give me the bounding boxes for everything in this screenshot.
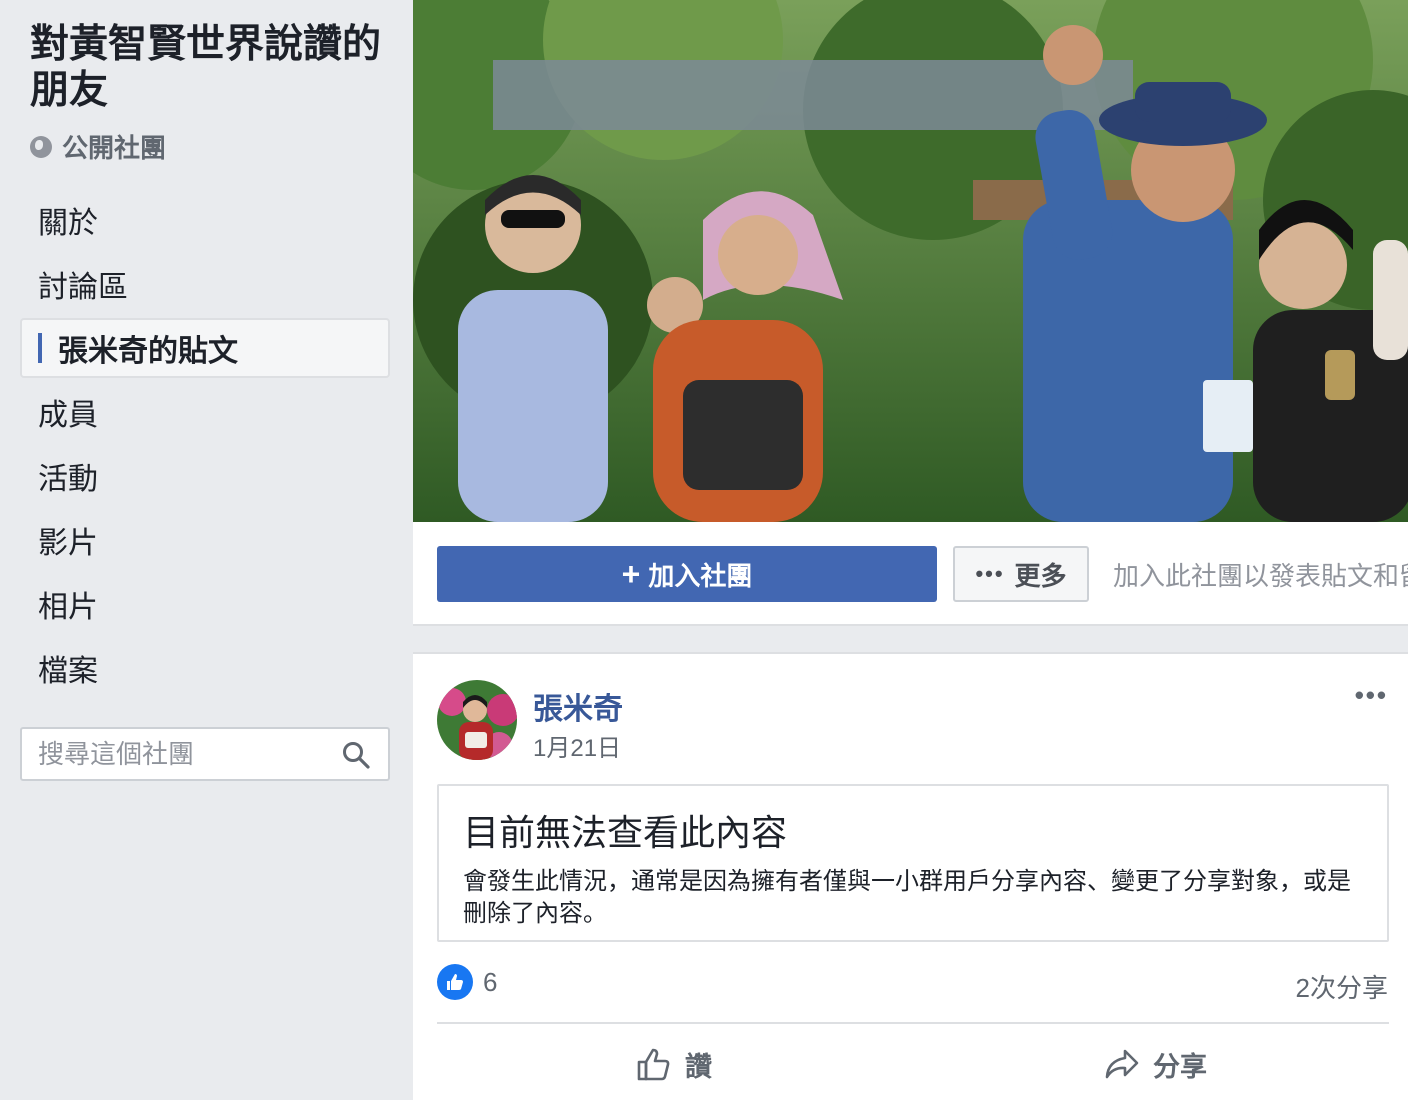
- nav-item-label: 關於: [38, 207, 98, 240]
- divider: [437, 1022, 1389, 1024]
- nav-item-members[interactable]: 成員: [20, 382, 390, 442]
- avatar-image: [437, 680, 517, 760]
- plus-icon: +: [621, 555, 641, 592]
- share-label: 分享: [1153, 1051, 1207, 1082]
- group-search: [20, 727, 390, 781]
- join-hint: 加入此社團以發表貼文和留言。: [1113, 561, 1408, 591]
- share-arrow-icon: [1105, 1049, 1139, 1079]
- active-indicator: [38, 333, 42, 363]
- group-title[interactable]: 對黃智賢世界說讚的朋友: [30, 22, 390, 114]
- nav-item-label: 成員: [38, 399, 98, 432]
- join-group-button[interactable]: + 加入社團: [437, 546, 937, 602]
- like-count: 6: [483, 966, 498, 997]
- nav-item-label: 相片: [38, 591, 98, 624]
- like-reaction-icon: [437, 964, 473, 1000]
- avatar[interactable]: [437, 680, 517, 760]
- nav-item-events[interactable]: 活動: [20, 446, 390, 506]
- nav-item-videos[interactable]: 影片: [20, 510, 390, 570]
- unavailable-title: 目前無法查看此內容: [463, 813, 788, 854]
- group-header: + 加入社團 ••• 更多 加入此社團以發表貼文和留言。: [413, 0, 1408, 626]
- like-label: 讚: [685, 1051, 712, 1082]
- more-button[interactable]: ••• 更多: [953, 546, 1089, 602]
- cover-photo-image: [413, 0, 1408, 522]
- thumbs-up-icon: [637, 1048, 670, 1081]
- post-card: 張米奇 1月21日 ••• 目前無法查看此內容 會發生此情況，通常是因為擁有者僅…: [413, 652, 1408, 1100]
- more-icon: •••: [975, 561, 1005, 586]
- post-options-icon[interactable]: •••: [1355, 680, 1388, 711]
- like-button[interactable]: 讚: [635, 1042, 712, 1086]
- nav-item-discussion[interactable]: 討論區: [20, 254, 390, 314]
- reaction-summary[interactable]: 6: [437, 964, 497, 1000]
- join-group-label: 加入社團: [648, 560, 753, 591]
- nav-item-label: 討論區: [38, 271, 128, 304]
- globe-icon: [30, 135, 52, 158]
- cover-photo[interactable]: [413, 0, 1408, 522]
- share-button[interactable]: 分享: [1103, 1042, 1207, 1086]
- nav-item-files[interactable]: 檔案: [20, 638, 390, 698]
- post-timestamp[interactable]: 1月21日: [533, 728, 621, 763]
- unavailable-message: 會發生此情況，通常是因為擁有者僅與一小群用戶分享內容、變更了分享對象，或是刪除了…: [463, 868, 1351, 927]
- nav-item-label: 影片: [38, 527, 98, 560]
- nav-item-photos[interactable]: 相片: [20, 574, 390, 634]
- nav-item-about[interactable]: 關於: [20, 190, 390, 250]
- share-count[interactable]: 2次分享: [1296, 968, 1388, 1005]
- privacy-text: 公開社團: [62, 133, 167, 163]
- post-author[interactable]: 張米奇: [533, 684, 623, 728]
- nav-item-member-posts[interactable]: 張米奇的貼文: [20, 318, 390, 378]
- search-input[interactable]: [38, 738, 328, 770]
- sidebar: 對黃智賢世界說讚的朋友 公開社團 關於 討論區 張米奇的貼文 成員 活動 影片 …: [0, 0, 412, 1100]
- privacy-label: 公開社團: [30, 128, 166, 165]
- nav-item-label: 檔案: [38, 655, 98, 688]
- group-nav: 關於 討論區 張米奇的貼文 成員 活動 影片 相片 檔案: [20, 190, 390, 702]
- unavailable-content-notice: 目前無法查看此內容 會發生此情況，通常是因為擁有者僅與一小群用戶分享內容、變更了…: [437, 784, 1389, 942]
- more-label: 更多: [1014, 560, 1067, 591]
- search-icon[interactable]: [342, 741, 370, 769]
- nav-item-label: 張米奇的貼文: [58, 335, 238, 368]
- nav-item-label: 活動: [38, 463, 98, 496]
